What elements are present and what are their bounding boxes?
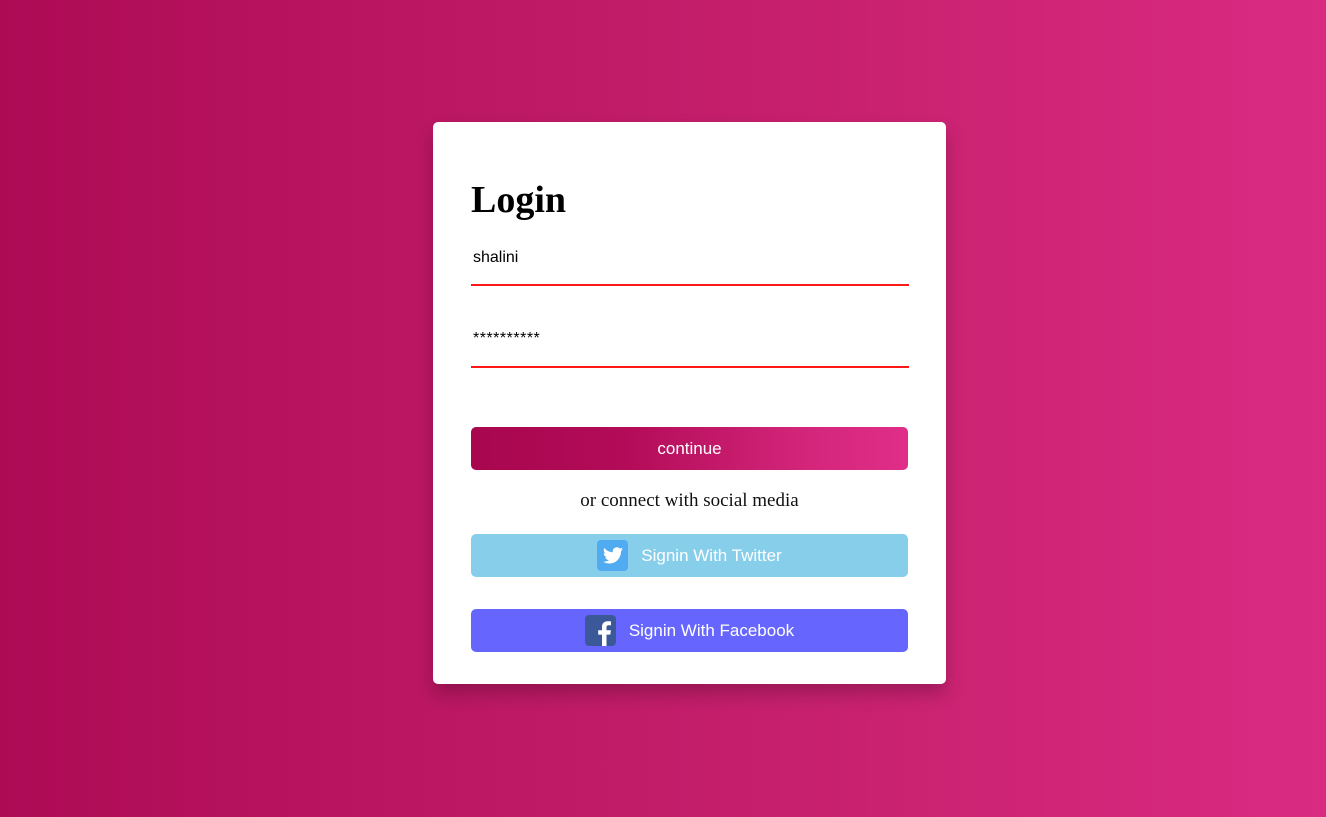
twitter-icon: [597, 540, 629, 571]
twitter-signin-button[interactable]: Signin With Twitter: [471, 534, 908, 577]
login-card: Login continue or connect with social me…: [433, 122, 946, 684]
facebook-icon: [584, 615, 616, 646]
continue-button-label: continue: [657, 438, 722, 458]
facebook-signin-label: Signin With Facebook: [628, 620, 795, 640]
password-field[interactable]: [471, 326, 909, 368]
page-title: Login: [471, 179, 567, 221]
social-divider-text: or connect with social media: [580, 490, 799, 511]
username-field[interactable]: [471, 244, 909, 286]
facebook-signin-button[interactable]: Signin With Facebook: [471, 609, 908, 652]
twitter-signin-label: Signin With Twitter: [641, 545, 782, 565]
continue-button[interactable]: continue: [471, 427, 908, 470]
